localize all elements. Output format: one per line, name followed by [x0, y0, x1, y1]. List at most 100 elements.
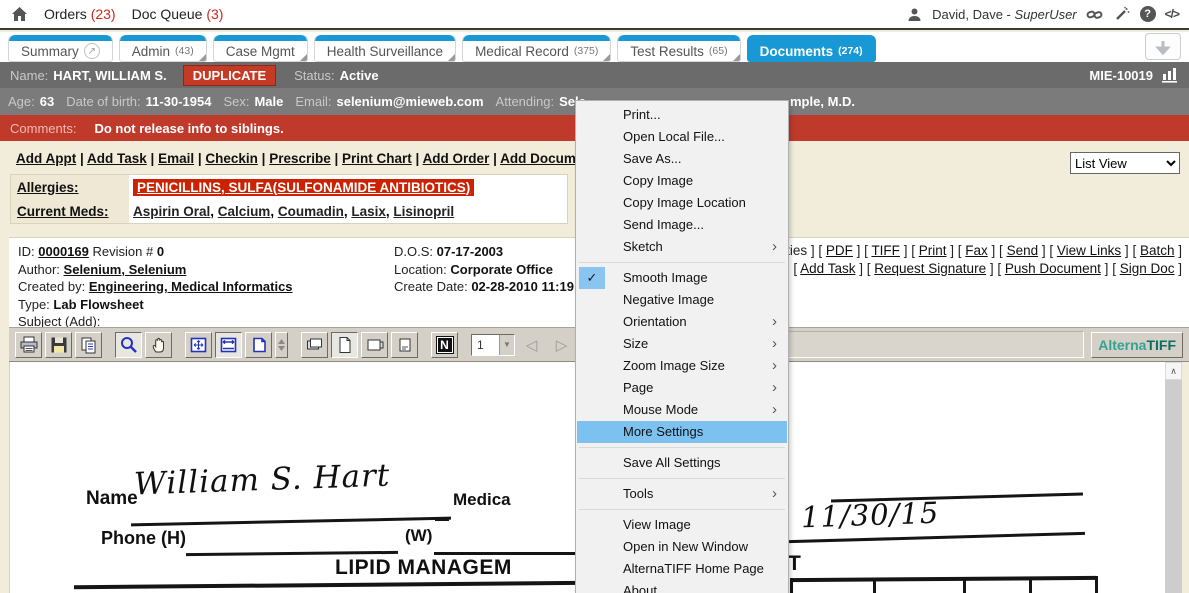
med-link-lasix[interactable]: Lasix — [351, 204, 386, 219]
menu-item-orientation[interactable]: Orientation› — [577, 311, 787, 333]
nav-orders[interactable]: Orders (23) — [44, 6, 116, 22]
menu-item-page[interactable]: Page› — [577, 377, 787, 399]
action-link-add-order[interactable]: Add Order — [423, 151, 490, 166]
chart-stats-icon[interactable] — [1161, 67, 1179, 83]
med-link-calcium[interactable]: Calcium — [218, 204, 271, 219]
menu-separator — [579, 478, 785, 479]
menu-item-open-local-file[interactable]: Open Local File... — [577, 126, 787, 148]
doc-action-request-signature[interactable]: Request Signature — [874, 261, 986, 276]
document-info-middle: D.O.S: 07-17-2003 Location: Corporate Of… — [394, 243, 574, 296]
dropdown-arrow-icon[interactable]: ▼ — [499, 335, 514, 355]
menu-item-copy-image[interactable]: Copy Image — [577, 170, 787, 192]
med-link-aspirin-oral[interactable]: Aspirin Oral — [133, 204, 210, 219]
fit-window-button[interactable] — [185, 332, 212, 358]
action-link-print-chart[interactable]: Print Chart — [342, 151, 412, 166]
doc-action-view-links[interactable]: View Links — [1057, 243, 1121, 258]
menu-item-about[interactable]: About — [577, 580, 787, 593]
action-link-email[interactable]: Email — [158, 151, 194, 166]
negative-image-button[interactable]: N — [431, 332, 458, 358]
tab-health-surveillance[interactable]: Health Surveillance — [314, 35, 456, 62]
actual-size-button[interactable] — [245, 332, 272, 358]
thumbnail-view-button[interactable] — [301, 332, 328, 358]
menu-item-zoom-image-size[interactable]: Zoom Image Size› — [577, 355, 787, 377]
doc-action-push-document[interactable]: Push Document — [1005, 261, 1101, 276]
help-icon[interactable]: ? — [1140, 6, 1156, 22]
menu-item-label: Send Image... — [623, 217, 704, 232]
external-arrow-icon[interactable]: ↗ — [84, 43, 100, 59]
current-meds-label[interactable]: Current Meds: — [11, 199, 129, 223]
allergies-value[interactable]: PENICILLINS, SULFA(SULFONAMIDE ANTIBIOTI… — [133, 179, 474, 196]
action-link-checkin[interactable]: Checkin — [205, 151, 258, 166]
link-icon[interactable] — [1086, 5, 1104, 23]
doc-action-tiff[interactable]: TIFF — [871, 243, 900, 258]
scan-table-top — [790, 576, 1096, 582]
menu-item-more-settings[interactable]: More Settings — [577, 421, 787, 443]
doc-id-link[interactable]: 0000169 — [38, 244, 89, 259]
size-spinner[interactable] — [275, 332, 288, 358]
duplicate-badge[interactable]: DUPLICATE — [183, 65, 276, 86]
menu-item-mouse-mode[interactable]: Mouse Mode› — [577, 399, 787, 421]
menu-item-print[interactable]: Print... — [577, 104, 787, 126]
menu-item-size[interactable]: Size› — [577, 333, 787, 355]
save-button[interactable] — [45, 332, 72, 358]
action-link-add-appt[interactable]: Add Appt — [16, 151, 76, 166]
menu-item-label: Mouse Mode — [623, 402, 698, 417]
tab-count: (43) — [175, 45, 194, 57]
tab-admin[interactable]: Admin(43) — [119, 35, 207, 62]
menu-item-tools[interactable]: Tools› — [577, 483, 787, 505]
med-link-coumadin[interactable]: Coumadin — [278, 204, 344, 219]
allergies-label[interactable]: Allergies: — [11, 175, 129, 199]
doc-action-pdf[interactable]: PDF — [826, 243, 853, 258]
prev-page-button[interactable]: ◁ — [518, 332, 545, 358]
menu-item-send-image[interactable]: Send Image... — [577, 214, 787, 236]
user-name[interactable]: David, Dave - SuperUser — [932, 7, 1077, 22]
code-icon[interactable]: </> — [1165, 7, 1179, 21]
page-strip-button[interactable] — [361, 332, 388, 358]
alternatiff-brand[interactable]: AlternaTIFF — [1091, 332, 1183, 358]
collapse-header-button[interactable] — [1145, 33, 1181, 60]
menu-item-alternatiff-home-page[interactable]: AlternaTIFF Home Page — [577, 558, 787, 580]
view-mode-select[interactable]: List View — [1070, 152, 1180, 174]
menu-item-view-image[interactable]: View Image — [577, 514, 787, 536]
email-label: Email: — [295, 94, 331, 109]
pan-hand-button[interactable] — [145, 332, 172, 358]
menu-item-sketch[interactable]: Sketch› — [577, 236, 787, 258]
menu-item-save-as[interactable]: Save As... — [577, 148, 787, 170]
tab-test-results[interactable]: Test Results(65) — [617, 35, 740, 62]
scroll-up-button[interactable]: ∧ — [1165, 362, 1182, 380]
tab-summary[interactable]: Summary↗ — [8, 35, 113, 62]
print-button[interactable] — [15, 332, 42, 358]
page-note-button[interactable] — [391, 332, 418, 358]
doc-action-batch[interactable]: Batch — [1140, 243, 1175, 258]
nav-doc-queue[interactable]: Doc Queue (3) — [132, 6, 224, 22]
doc-author-link[interactable]: Selenium, Selenium — [64, 262, 187, 277]
copy-button[interactable] — [75, 332, 102, 358]
menu-item-smooth-image[interactable]: ✓Smooth Image — [577, 267, 787, 289]
menu-item-copy-image-location[interactable]: Copy Image Location — [577, 192, 787, 214]
fit-width-button[interactable] — [215, 332, 242, 358]
doc-action-add-task[interactable]: Add Task — [800, 261, 855, 276]
doc-created-by-link[interactable]: Engineering, Medical Informatics — [89, 279, 293, 294]
home-icon[interactable] — [10, 5, 28, 23]
action-link-add-task[interactable]: Add Task — [87, 151, 147, 166]
doc-action-fax[interactable]: Fax — [965, 243, 988, 258]
menu-item-negative-image[interactable]: Negative Image — [577, 289, 787, 311]
single-page-button[interactable] — [331, 332, 358, 358]
menu-item-save-all-settings[interactable]: Save All Settings — [577, 452, 787, 474]
action-link-prescribe[interactable]: Prescribe — [269, 151, 331, 166]
menu-item-open-in-new-window[interactable]: Open in New Window — [577, 536, 787, 558]
tab-medical-record[interactable]: Medical Record(375) — [462, 35, 611, 62]
patient-mrn: MIE-10019 — [1089, 68, 1153, 83]
zoom-tool-button[interactable] — [115, 332, 142, 358]
doc-revision-label: Revision # — [93, 244, 154, 259]
doc-action-send[interactable]: Send — [1007, 243, 1039, 258]
doc-action-sign-doc[interactable]: Sign Doc — [1120, 261, 1175, 276]
wand-icon[interactable] — [1113, 5, 1131, 23]
tab-documents[interactable]: Documents(274) — [747, 35, 876, 62]
med-link-lisinopril[interactable]: Lisinopril — [393, 204, 454, 219]
viewer-scrollbar[interactable]: ∧ — [1165, 362, 1182, 593]
doc-action-print[interactable]: Print — [919, 243, 947, 258]
page-number-select[interactable]: 1▼ — [471, 334, 515, 356]
tab-case-mgmt[interactable]: Case Mgmt — [213, 35, 308, 62]
next-page-button[interactable]: ▷ — [548, 332, 575, 358]
